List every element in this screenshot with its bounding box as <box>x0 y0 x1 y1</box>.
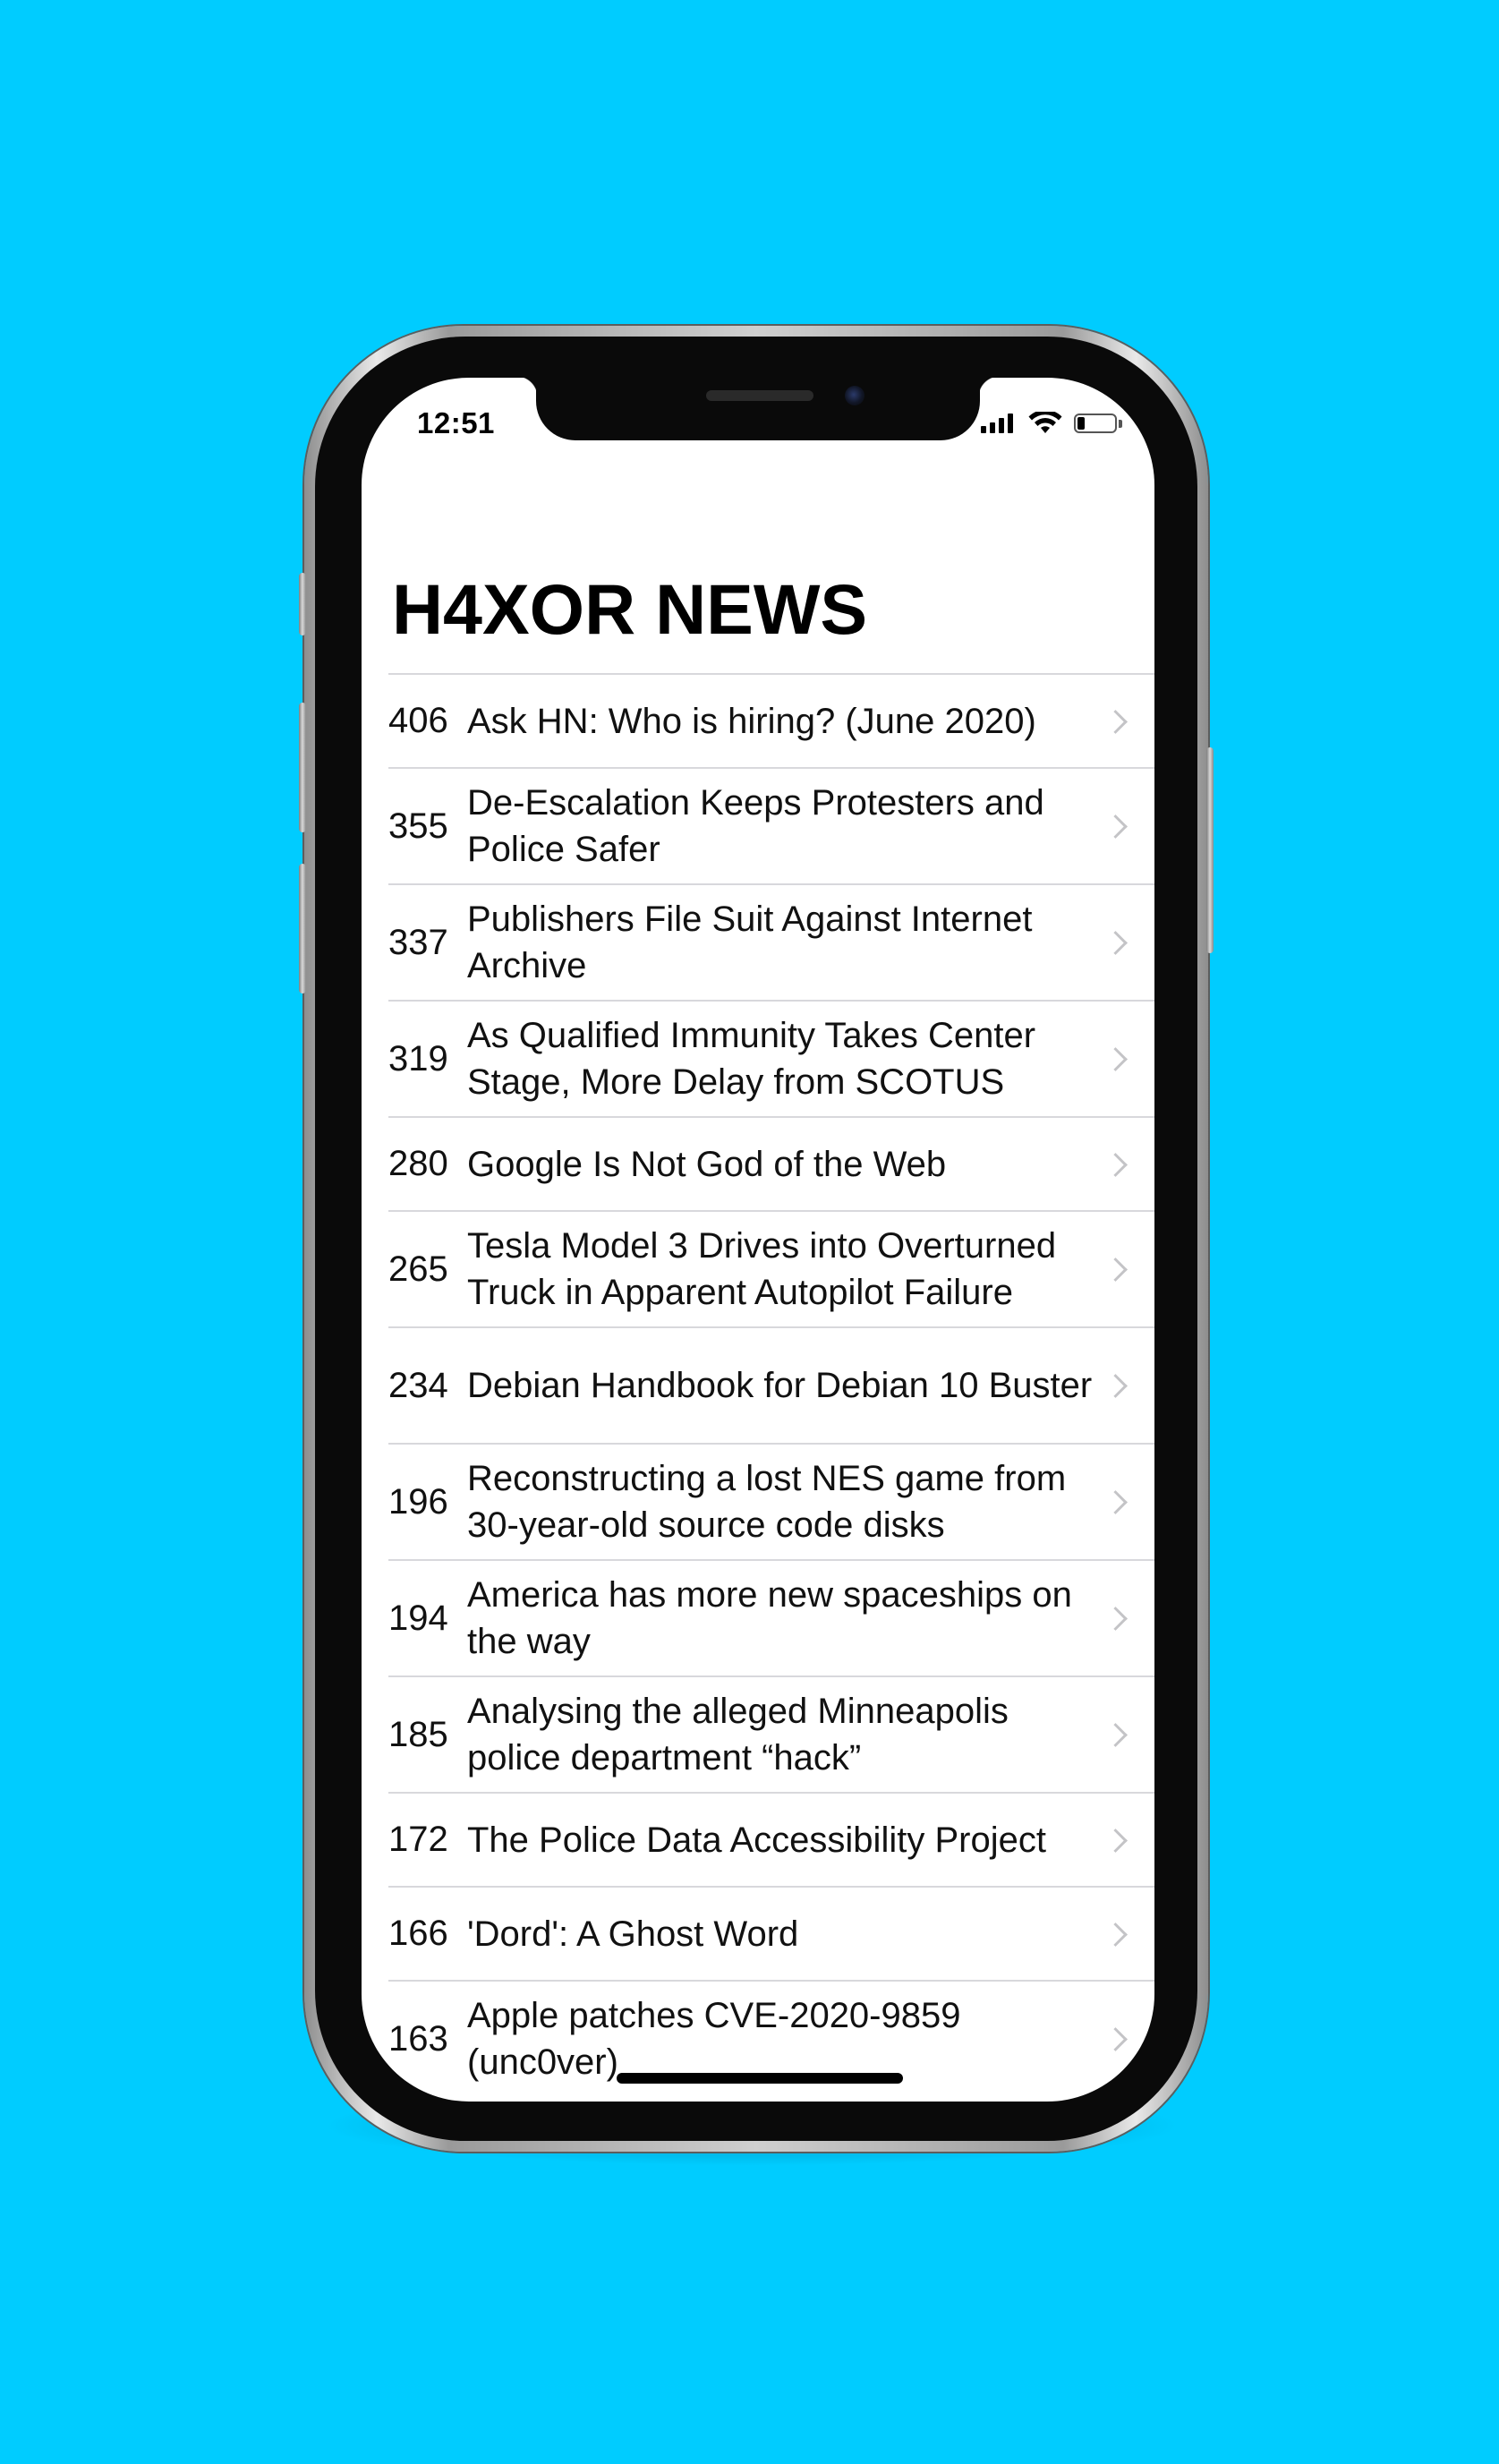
mute-switch <box>299 573 306 635</box>
status-icons <box>981 410 1124 437</box>
story-points: 355 <box>388 806 448 846</box>
story-row[interactable]: 280 Google Is Not God of the Web <box>388 1116 1154 1210</box>
front-camera <box>845 386 864 405</box>
story-title: Google Is Not God of the Web <box>467 1144 947 1184</box>
volume-up-button <box>299 703 306 832</box>
story-points: 319 <box>388 1038 448 1079</box>
story-row[interactable]: 337 Publishers File Suit Against Interne… <box>388 883 1154 1000</box>
story-row[interactable]: 319 As Qualified Immunity Takes Center S… <box>388 1000 1154 1116</box>
story-points: 337 <box>388 922 448 962</box>
story-points: 280 <box>388 1144 448 1183</box>
story-list[interactable]: 406 Ask HN: Who is hiring? (June 2020) 3… <box>388 673 1154 2096</box>
story-title: Ask HN: Who is hiring? (June 2020) <box>467 701 1036 741</box>
volume-down-button <box>299 864 306 993</box>
story-points: 265 <box>388 1249 448 1289</box>
story-title: Analysing the alleged Minneapolis police… <box>467 1692 1009 1778</box>
story-points: 234 <box>388 1365 448 1405</box>
story-points: 163 <box>388 2018 448 2059</box>
speaker-grille <box>706 390 813 401</box>
story-title: Tesla Model 3 Drives into Overturned Tru… <box>467 1226 1057 1312</box>
story-row[interactable]: 196 Reconstructing a lost NES game from … <box>388 1443 1154 1559</box>
story-row[interactable]: 406 Ask HN: Who is hiring? (June 2020) <box>388 673 1154 767</box>
story-title: Publishers File Suit Against Internet Ar… <box>467 899 1033 985</box>
story-row[interactable]: 234 Debian Handbook for Debian 10 Buster <box>388 1326 1154 1443</box>
app-screen: 12:51 H4XOR NEWS 406 Ask HN: Who is hiri… <box>362 378 1154 2102</box>
story-row[interactable]: 166 'Dord': A Ghost Word <box>388 1886 1154 1980</box>
story-title: Apple patches CVE-2020-9859 (unc0ver) <box>467 1996 961 2082</box>
story-title: The Police Data Accessibility Project <box>467 1820 1046 1860</box>
story-row[interactable]: 355 De-Escalation Keeps Protesters and P… <box>388 767 1154 883</box>
story-points: 185 <box>388 1714 448 1754</box>
story-row[interactable]: 194 America has more new spaceships on t… <box>388 1559 1154 1675</box>
battery-tip <box>1119 420 1122 428</box>
story-points: 406 <box>388 701 448 740</box>
story-row[interactable]: 185 Analysing the alleged Minneapolis po… <box>388 1675 1154 1792</box>
story-title: Reconstructing a lost NES game from 30-y… <box>467 1459 1067 1545</box>
notch <box>516 378 1000 440</box>
power-button <box>1206 747 1214 953</box>
home-indicator[interactable] <box>617 2073 903 2084</box>
story-title: Debian Handbook for Debian 10 Buster <box>467 1366 1093 1405</box>
story-row[interactable]: 172 The Police Data Accessibility Projec… <box>388 1792 1154 1886</box>
page-title: H4XOR NEWS <box>392 569 868 649</box>
story-title: 'Dord': A Ghost Word <box>467 1914 799 1954</box>
story-points: 194 <box>388 1598 448 1638</box>
story-title: De-Escalation Keeps Protesters and Polic… <box>467 783 1044 869</box>
battery-icon <box>1074 414 1117 433</box>
story-points: 166 <box>388 1914 448 1953</box>
story-title: America has more new spaceships on the w… <box>467 1575 1072 1661</box>
status-time: 12:51 <box>417 406 495 439</box>
story-row[interactable]: 265 Tesla Model 3 Drives into Overturned… <box>388 1210 1154 1326</box>
story-title: As Qualified Immunity Takes Center Stage… <box>467 1016 1036 1102</box>
story-points: 196 <box>388 1481 448 1522</box>
battery-level <box>1077 417 1085 430</box>
story-points: 172 <box>388 1820 448 1859</box>
